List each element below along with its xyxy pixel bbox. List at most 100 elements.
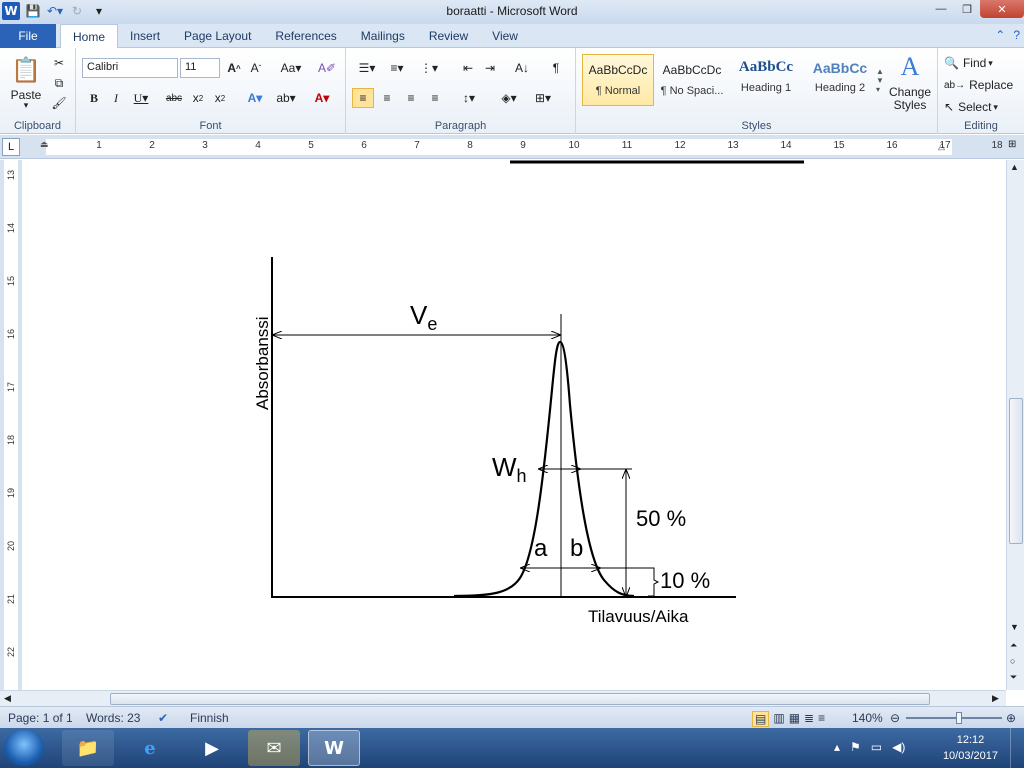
maximize-button[interactable]: ❐ — [954, 0, 980, 18]
tab-page-layout[interactable]: Page Layout — [172, 24, 263, 48]
italic-button[interactable]: I — [106, 88, 126, 108]
font-name-select[interactable]: Calibri — [82, 58, 178, 78]
line-spacing-icon[interactable]: ↕▾ — [456, 88, 482, 108]
close-button[interactable]: ✕ — [980, 0, 1024, 18]
scroll-up-icon[interactable]: ▲ — [1010, 162, 1019, 172]
shading-icon[interactable]: ◈▾ — [496, 88, 522, 108]
full-screen-reading-icon[interactable]: ▥ — [773, 711, 784, 727]
network-icon[interactable]: ▭ — [871, 740, 882, 754]
copy-icon[interactable]: ⧉ — [50, 74, 68, 92]
word-taskbar-icon[interactable]: W — [308, 730, 360, 766]
show-hidden-icons-icon[interactable]: ▴ — [834, 740, 840, 754]
change-styles-button[interactable]: Change Styles — [886, 84, 934, 114]
select-button[interactable]: ↖ Select ▾ — [944, 98, 1016, 116]
proofing-icon[interactable]: ✔ — [158, 711, 168, 725]
style-heading-2[interactable]: AaBbCc Heading 2 — [804, 54, 876, 106]
justify-icon[interactable]: ≡ — [424, 88, 446, 108]
outlook-icon[interactable]: ✉ — [248, 730, 300, 766]
help-icon[interactable]: ? — [1013, 28, 1020, 42]
borders-icon[interactable]: ⊞▾ — [530, 88, 556, 108]
zoom-slider-thumb[interactable] — [956, 712, 962, 724]
grow-font-icon[interactable]: A ^ — [224, 58, 244, 78]
language[interactable]: Finnish — [190, 711, 229, 725]
align-center-icon[interactable]: ≡ — [376, 88, 398, 108]
scroll-down-icon[interactable]: ▼ — [1010, 622, 1019, 632]
paste-dropdown-icon[interactable]: ▾ — [16, 100, 36, 110]
print-layout-icon[interactable]: ▤ — [752, 711, 770, 727]
minimize-ribbon-icon[interactable]: ⌃ — [995, 28, 1005, 42]
next-page-icon[interactable]: ⏷ — [1010, 672, 1017, 683]
numbering-icon[interactable]: ≡▾ — [384, 58, 410, 78]
zoom-slider[interactable] — [906, 712, 1002, 724]
change-case-icon[interactable]: Aa▾ — [278, 58, 304, 78]
volume-icon[interactable]: ◀) — [892, 740, 905, 754]
explorer-icon[interactable]: 📁 — [62, 730, 114, 766]
zoom-in-icon[interactable]: ⊕ — [1006, 711, 1016, 725]
horizontal-scrollbar[interactable]: ◀ ▶ — [0, 690, 1006, 706]
browse-object-icon[interactable]: ○ — [1010, 656, 1015, 666]
cut-icon[interactable]: ✂ — [50, 54, 68, 72]
view-ruler-icon[interactable]: ⊞ — [1008, 139, 1022, 155]
show-desktop-button[interactable] — [1010, 728, 1024, 768]
scroll-left-icon[interactable]: ◀ — [4, 693, 11, 704]
clear-formatting-icon[interactable]: A✐ — [316, 58, 338, 78]
internet-explorer-icon[interactable]: e — [124, 730, 176, 766]
subscript-button[interactable]: x2 — [188, 88, 208, 108]
outline-icon[interactable]: ≣ — [804, 711, 814, 727]
style-normal[interactable]: AaBbCcDc ¶ Normal — [582, 54, 654, 106]
document-page[interactable]: Absorbanssi Tilavuus/Aika Ve Wh a b 50 %… — [22, 160, 1006, 690]
start-button[interactable] — [4, 730, 44, 766]
word-count[interactable]: Words: 23 — [86, 711, 140, 725]
decrease-indent-icon[interactable]: ⇤ — [458, 58, 478, 78]
font-size-select[interactable]: 11 — [180, 58, 220, 78]
format-painter-icon[interactable]: 🖌 — [50, 94, 68, 112]
horizontal-ruler[interactable]: ⏏ △ 1 2 3 4 5 6 7 8 9 10 11 12 13 14 15 … — [24, 139, 1008, 155]
paste-icon[interactable]: 📋 — [10, 52, 42, 88]
action-center-icon[interactable]: ⚑ — [850, 740, 861, 754]
tab-mailings[interactable]: Mailings — [349, 24, 417, 48]
tab-selector-icon[interactable]: L — [2, 138, 20, 156]
clock[interactable]: 12:12 10/03/2017 — [943, 732, 998, 764]
align-left-icon[interactable]: ≡ — [352, 88, 374, 108]
increase-indent-icon[interactable]: ⇥ — [480, 58, 500, 78]
tab-review[interactable]: Review — [417, 24, 480, 48]
styles-scroll-icon[interactable]: ▲ ▼ ▾ — [874, 54, 886, 106]
minimize-button[interactable]: — — [928, 0, 954, 18]
font-color-icon[interactable]: A▾ — [308, 88, 336, 108]
style-heading-1[interactable]: AaBbCc Heading 1 — [730, 54, 802, 106]
vertical-ruler-track[interactable]: 13 14 15 16 17 18 19 20 21 22 — [4, 160, 18, 690]
file-tab[interactable]: File — [0, 24, 56, 48]
indent-marker[interactable]: ⏏ — [40, 139, 50, 155]
underline-button[interactable]: U▾ — [128, 88, 154, 108]
tab-references[interactable]: References — [263, 24, 348, 48]
bold-button[interactable]: B — [84, 88, 104, 108]
draft-icon[interactable]: ≡ — [818, 711, 825, 727]
vertical-scrollbar[interactable]: ▲ ▼ ⏶ ○ ⏷ — [1006, 160, 1024, 690]
align-right-icon[interactable]: ≡ — [400, 88, 422, 108]
zoom-level[interactable]: 140% — [852, 711, 883, 725]
strikethrough-button[interactable]: abc — [162, 88, 186, 108]
horizontal-scroll-thumb[interactable] — [110, 693, 930, 705]
text-effects-icon[interactable]: A▾ — [242, 88, 268, 108]
superscript-button[interactable]: x2 — [210, 88, 230, 108]
prev-page-icon[interactable]: ⏶ — [1010, 640, 1017, 651]
replace-button[interactable]: ab→ Replace — [944, 76, 1020, 94]
tab-view[interactable]: View — [480, 24, 530, 48]
tab-insert[interactable]: Insert — [118, 24, 172, 48]
vertical-scroll-thumb[interactable] — [1009, 398, 1023, 544]
show-formatting-icon[interactable]: ¶ — [546, 58, 566, 78]
media-player-icon[interactable]: ▶ — [186, 730, 238, 766]
shrink-font-icon[interactable]: Aˇ — [246, 58, 266, 78]
change-styles-icon[interactable]: A — [892, 52, 928, 82]
zoom-out-icon[interactable]: ⊖ — [890, 711, 900, 725]
tab-home[interactable]: Home — [60, 24, 119, 49]
bullets-icon[interactable]: ☰▾ — [354, 58, 380, 78]
web-layout-icon[interactable]: ▦ — [789, 711, 800, 727]
style-no-spacing[interactable]: AaBbCcDc ¶ No Spaci... — [656, 54, 728, 106]
find-button[interactable]: 🔍 Find ▾ — [944, 54, 1008, 72]
highlight-color-icon[interactable]: ab▾ — [272, 88, 300, 108]
scroll-right-icon[interactable]: ▶ — [992, 693, 999, 704]
page-count[interactable]: Page: 1 of 1 — [8, 711, 73, 725]
sort-icon[interactable]: A↓ — [512, 58, 532, 78]
multilevel-list-icon[interactable]: ⋮▾ — [416, 58, 442, 78]
